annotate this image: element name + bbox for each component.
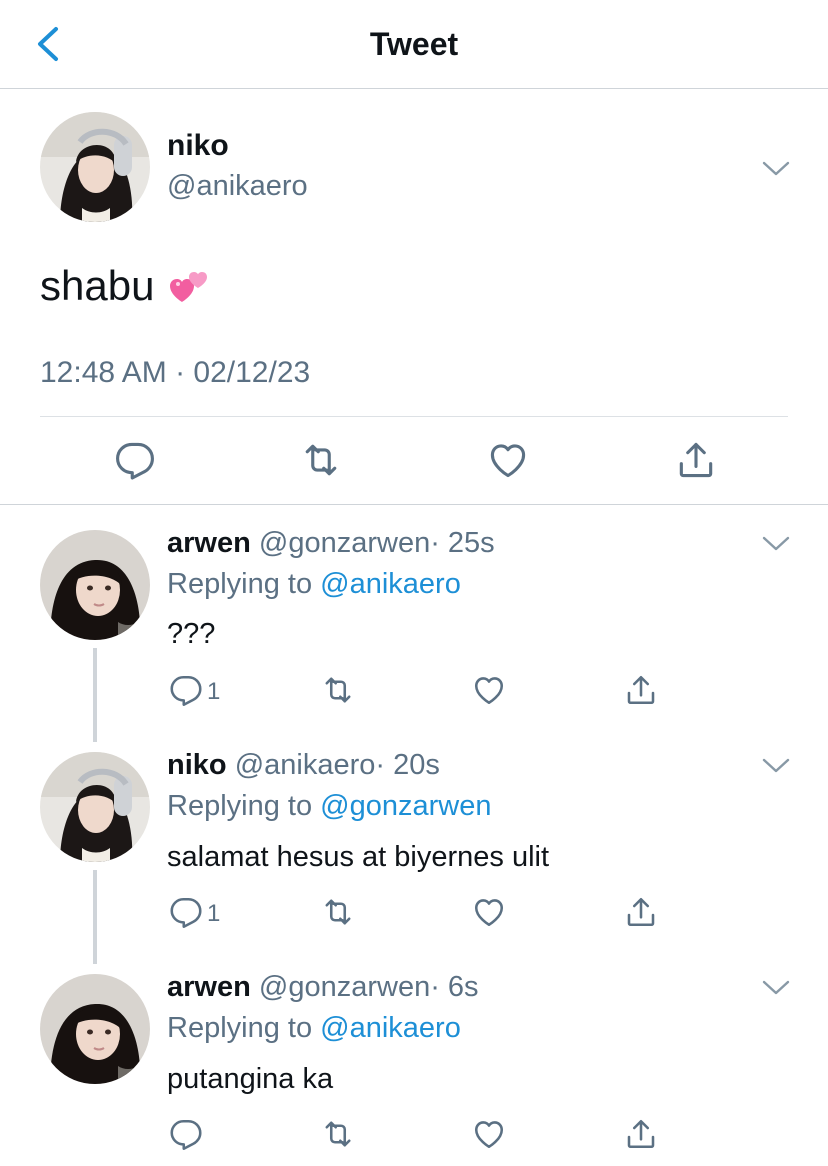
- avatar[interactable]: [40, 112, 150, 222]
- share-icon[interactable]: [623, 672, 659, 708]
- chevron-down-icon[interactable]: [760, 158, 792, 178]
- divider: [0, 504, 828, 505]
- reply-icon[interactable]: [168, 672, 204, 708]
- reply-time: · 20s: [375, 749, 440, 781]
- retweet-icon[interactable]: [320, 894, 356, 930]
- reply-header: arwen @gonzarwen· 25s: [167, 527, 495, 560]
- retweet-icon[interactable]: [320, 1116, 356, 1152]
- share-icon[interactable]: [674, 438, 718, 482]
- mention-link[interactable]: @anikaero: [320, 1012, 461, 1044]
- replying-label: Replying to: [167, 790, 313, 822]
- author-name[interactable]: niko: [167, 749, 227, 781]
- like-icon[interactable]: [471, 894, 507, 930]
- reply-time: · 25s: [430, 527, 495, 559]
- avatar[interactable]: [40, 530, 150, 640]
- reply-text: putangina ka: [167, 1063, 334, 1095]
- replying-label: Replying to: [167, 568, 313, 600]
- replying-to: Replying to @gonzarwen: [167, 790, 491, 823]
- author-handle[interactable]: @gonzarwen: [259, 527, 430, 559]
- author-name[interactable]: arwen: [167, 971, 251, 1003]
- reply-icon[interactable]: [168, 1116, 204, 1152]
- retweet-icon[interactable]: [320, 672, 356, 708]
- chevron-down-icon[interactable]: [760, 755, 792, 775]
- avatar[interactable]: [40, 974, 150, 1084]
- author-handle[interactable]: @gonzarwen: [259, 971, 430, 1003]
- tweet-text: shabu: [40, 262, 212, 310]
- reply-header: niko @anikaero· 20s: [167, 749, 440, 782]
- two-hearts-emoji-icon: [170, 272, 208, 302]
- like-icon[interactable]: [471, 672, 507, 708]
- replying-label: Replying to: [167, 1012, 313, 1044]
- share-icon[interactable]: [623, 1116, 659, 1152]
- reply-text: ???: [167, 618, 216, 650]
- share-icon[interactable]: [623, 894, 659, 930]
- author-handle[interactable]: @anikaero: [235, 749, 376, 781]
- thread-connector: [93, 870, 97, 964]
- like-icon[interactable]: [471, 1116, 507, 1152]
- avatar[interactable]: [40, 752, 150, 862]
- reply-icon[interactable]: [168, 894, 204, 930]
- page-title: Tweet: [369, 26, 459, 62]
- reply-count: 1: [207, 678, 221, 705]
- reply-header: arwen @gonzarwen· 6s: [167, 971, 479, 1004]
- reply-text: salamat hesus at biyernes ulit: [167, 841, 550, 873]
- retweet-icon[interactable]: [299, 438, 343, 482]
- thread-connector: [93, 648, 97, 742]
- chevron-down-icon[interactable]: [760, 977, 792, 997]
- divider: [40, 416, 788, 417]
- mention-link[interactable]: @gonzarwen: [320, 790, 491, 822]
- mention-link[interactable]: @anikaero: [320, 568, 461, 600]
- author-name[interactable]: arwen: [167, 527, 251, 559]
- replying-to: Replying to @anikaero: [167, 1012, 461, 1045]
- chevron-down-icon[interactable]: [760, 533, 792, 553]
- like-icon[interactable]: [486, 438, 530, 482]
- replying-to: Replying to @anikaero: [167, 568, 461, 601]
- tweet-timestamp: 12:48 AM · 02/12/23: [40, 356, 311, 389]
- tweet-text-content: shabu: [40, 262, 155, 309]
- reply-icon[interactable]: [113, 438, 157, 482]
- reply-count: 1: [207, 900, 221, 927]
- author-name[interactable]: niko: [167, 129, 229, 163]
- author-handle[interactable]: @anikaero: [167, 170, 308, 203]
- reply-time: · 6s: [430, 971, 479, 1003]
